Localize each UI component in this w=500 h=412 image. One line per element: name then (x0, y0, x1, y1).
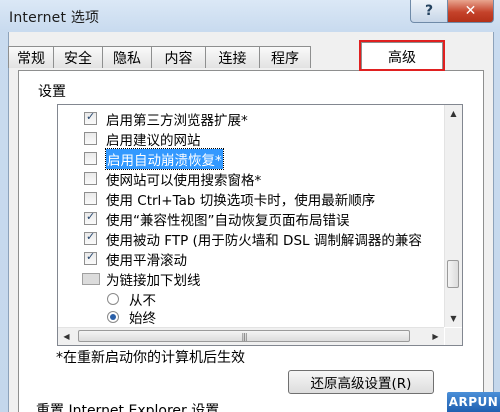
checkbox[interactable] (84, 132, 97, 145)
list-item-label: 启用自动崩溃恢复* (105, 147, 224, 170)
checkbox[interactable] (84, 110, 97, 125)
checkbox[interactable] (84, 172, 97, 185)
radio-button[interactable] (107, 292, 119, 305)
checkbox[interactable] (84, 250, 97, 265)
scrollbar-corner (445, 328, 462, 345)
group-header-label: 为链接加下划线 (106, 272, 201, 289)
list-item-label: 启用第三方浏览器扩展* (106, 112, 248, 129)
vertical-scrollbar[interactable]: ▲ ▼ (444, 105, 462, 327)
list-item-label: 使用被动 FTP (用于防火墙和 DSL 调制解调器的兼容 (106, 232, 422, 249)
scroll-left-icon[interactable]: ◀ (58, 328, 75, 345)
help-button[interactable]: ? (410, 0, 448, 23)
scroll-right-icon[interactable]: ▶ (427, 328, 444, 345)
radio-label: 从不 (129, 292, 156, 309)
tab-privacy[interactable]: 隐私 (102, 46, 152, 68)
horizontal-scroll-thumb[interactable]: ||| (78, 330, 410, 342)
restart-note: *在重新启动你的计算机后生效 (56, 350, 245, 366)
restore-advanced-settings-button[interactable]: 还原高级设置(R) (288, 370, 434, 394)
settings-list[interactable]: 启用第三方浏览器扩展* 启用建议的网站 启用自动崩溃恢复* 使网站可以使用搜索窗… (57, 104, 463, 346)
scroll-up-icon[interactable]: ▲ (445, 105, 462, 122)
list-item-label: 使网站可以使用搜索窗格* (106, 172, 262, 189)
folder-icon (82, 272, 100, 285)
scroll-down-icon[interactable]: ▼ (445, 310, 462, 327)
list-item-label: 使用“兼容性视图”自动恢复页面布局错误 (106, 212, 350, 229)
list-item-label: 启用建议的网站 (106, 132, 201, 149)
highlight-box (359, 40, 445, 71)
tab-programs[interactable]: 程序 (259, 46, 311, 68)
watermark-logo: ARPUN (447, 392, 500, 412)
tab-content[interactable]: 内容 (151, 46, 206, 68)
close-button[interactable]: ✕ (447, 0, 494, 23)
title-bar[interactable]: Internet 选项 ? ✕ (0, 0, 500, 32)
scroll-thumb[interactable] (447, 260, 459, 288)
list-item-label: 使用 Ctrl+Tab 切换选项卡时，使用最新顺序 (106, 192, 376, 209)
checkbox[interactable] (84, 230, 97, 245)
checkbox[interactable] (84, 210, 97, 225)
tab-security[interactable]: 安全 (53, 46, 103, 68)
settings-group-label: 设置 (38, 84, 66, 100)
reset-group-label: 重置 Internet Explorer 设置 (36, 403, 220, 412)
radio-button[interactable] (107, 310, 119, 323)
checkbox[interactable] (84, 152, 97, 165)
window-title: Internet 选项 (9, 10, 100, 26)
horizontal-scrollbar[interactable]: ◀ ||| ▶ (58, 327, 444, 345)
internet-options-dialog: Internet 选项 ? ✕ 常规 安全 隐私 内容 连接 程序 高级 设置 … (0, 0, 500, 412)
tab-connections[interactable]: 连接 (205, 46, 260, 68)
tab-general[interactable]: 常规 (8, 46, 54, 68)
list-item-label: 使用平滑滚动 (106, 252, 187, 269)
checkbox[interactable] (84, 192, 97, 205)
